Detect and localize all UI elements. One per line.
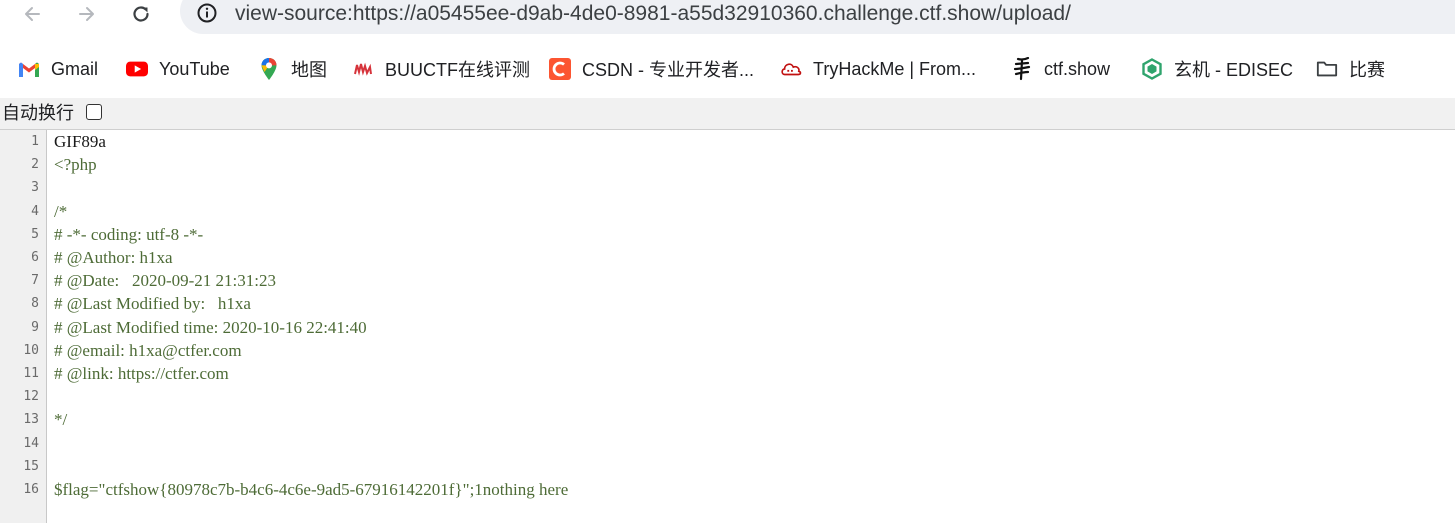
- line-number: 15: [23, 458, 39, 474]
- site-info-icon[interactable]: [196, 2, 218, 29]
- browser-toolbar: view-source:https://a05455ee-d9ab-4de0-8…: [0, 0, 1455, 36]
- line-number: 2: [31, 157, 39, 173]
- bookmark-ctfshow[interactable]: ctf.show: [1011, 49, 1110, 89]
- source-line: 11 # @link: https://ctfer.com: [0, 362, 1455, 385]
- buuctf-icon: [352, 58, 374, 80]
- line-code: <?php: [54, 155, 97, 175]
- bookmark-label: 比赛: [1349, 60, 1385, 80]
- line-code: # @Last Modified by: h1xa: [54, 294, 251, 314]
- source-line: 8 # @Last Modified by: h1xa: [0, 292, 1455, 315]
- line-wrap-checkbox[interactable]: [86, 104, 102, 120]
- line-code: # @Date: 2020-09-21 21:31:23: [54, 271, 276, 291]
- source-line: 13 */: [0, 408, 1455, 431]
- bookmark-csdn[interactable]: CSDN - 专业开发者...: [549, 49, 754, 89]
- line-number: 5: [31, 226, 39, 242]
- line-number: 8: [31, 296, 39, 312]
- line-code: # @Author: h1xa: [54, 248, 173, 267]
- bookmark-label: Gmail: [51, 58, 99, 79]
- line-code: # @Last Modified time: 2020-10-16 22:41:…: [54, 317, 367, 337]
- back-button[interactable]: [14, 0, 50, 28]
- line-number: 3: [31, 180, 39, 196]
- line-wrap-label: 自动换行: [2, 103, 74, 123]
- source-line: 2 <?php: [0, 153, 1455, 176]
- line-code: /*: [54, 201, 68, 221]
- arrow-left-icon: [25, 7, 40, 21]
- bookmark-maps[interactable]: 地图: [258, 49, 327, 89]
- tryhackme-icon: [780, 58, 802, 80]
- line-number: 6: [31, 250, 39, 265]
- line-number: 16: [23, 482, 39, 497]
- bookmark-buuctf[interactable]: BUUCTF在线评测: [352, 49, 530, 89]
- source-line: 16 $flag="ctfshow{80978c7b-b4c6-4c6e-9ad5…: [0, 478, 1455, 501]
- bookmark-edisec[interactable]: 玄机 - EDISEC: [1141, 49, 1293, 89]
- source-line: 14: [0, 432, 1455, 455]
- line-code: GIF89a: [54, 132, 106, 151]
- line-code: # @email: h1xa@ctfer.com: [54, 340, 242, 360]
- line-code: */: [54, 410, 68, 430]
- line-code: $flag="ctfshow{80978c7b-b4c6-4c6e-9ad5-6…: [54, 480, 569, 499]
- bookmark-youtube[interactable]: YouTube: [126, 49, 230, 89]
- line-number: 10: [23, 342, 39, 358]
- ctfshow-icon: [1011, 57, 1033, 81]
- bookmark-folder[interactable]: 比赛: [1316, 49, 1385, 89]
- youtube-icon: [126, 58, 148, 80]
- bookmark-label: TryHackMe | From...: [813, 58, 977, 79]
- source-line: 15: [0, 455, 1455, 478]
- forward-button[interactable]: [69, 0, 105, 28]
- source-line: 1 GIF89a: [0, 130, 1455, 153]
- csdn-icon: [549, 58, 571, 80]
- bookmark-label: YouTube: [159, 58, 230, 79]
- reload-icon: [133, 6, 149, 22]
- source-line: 10 # @email: h1xa@ctfer.com: [0, 339, 1455, 362]
- folder-icon: [1316, 58, 1338, 80]
- source-line: 4 /*: [0, 200, 1455, 223]
- bookmark-label: CSDN - 专业开发者...: [582, 60, 755, 80]
- line-number: 12: [23, 389, 39, 405]
- source-line: 3: [0, 176, 1455, 199]
- line-number: 13: [23, 412, 39, 428]
- line-number: 4: [31, 203, 39, 219]
- line-wrap-bar: 自动换行: [0, 98, 1455, 130]
- line-code: # -*- coding: utf-8 -*-: [54, 224, 204, 244]
- source-line: 6 # @Author: h1xa: [0, 246, 1455, 269]
- line-code: # @link: https://ctfer.com: [54, 364, 229, 383]
- source-line: 9 # @Last Modified time: 2020-10-16 22:41…: [0, 316, 1455, 339]
- bookmark-label: 地图: [291, 60, 327, 80]
- bookmark-tryhackme[interactable]: TryHackMe | From...: [780, 49, 976, 89]
- url-text[interactable]: view-source:https://a05455ee-d9ab-4de0-8…: [235, 0, 1071, 28]
- reload-button[interactable]: [123, 0, 159, 28]
- line-number: 14: [23, 435, 39, 451]
- bookmark-label: 玄机 - EDISEC: [1174, 60, 1294, 80]
- bookmark-gmail[interactable]: Gmail: [18, 49, 98, 89]
- edisec-icon: [1141, 58, 1163, 80]
- source-line: 12: [0, 385, 1455, 408]
- line-number: 7: [31, 273, 39, 289]
- line-number: 9: [31, 319, 39, 335]
- gmail-icon: [18, 58, 40, 80]
- arrow-right-icon: [79, 7, 94, 21]
- maps-icon: [258, 58, 280, 80]
- source-line: 7 # @Date: 2020-09-21 21:31:23: [0, 269, 1455, 292]
- line-number: 1: [31, 134, 39, 149]
- bookmarks-bar: Gmail YouTube 地图 BUUCTF在线评测 CSDN - 专业开发者…: [0, 49, 1455, 89]
- bookmark-label: BUUCTF在线评测: [385, 60, 530, 80]
- bookmark-label: ctf.show: [1044, 58, 1111, 79]
- source-line: 5 # -*- coding: utf-8 -*-: [0, 223, 1455, 246]
- line-number: 11: [23, 366, 39, 381]
